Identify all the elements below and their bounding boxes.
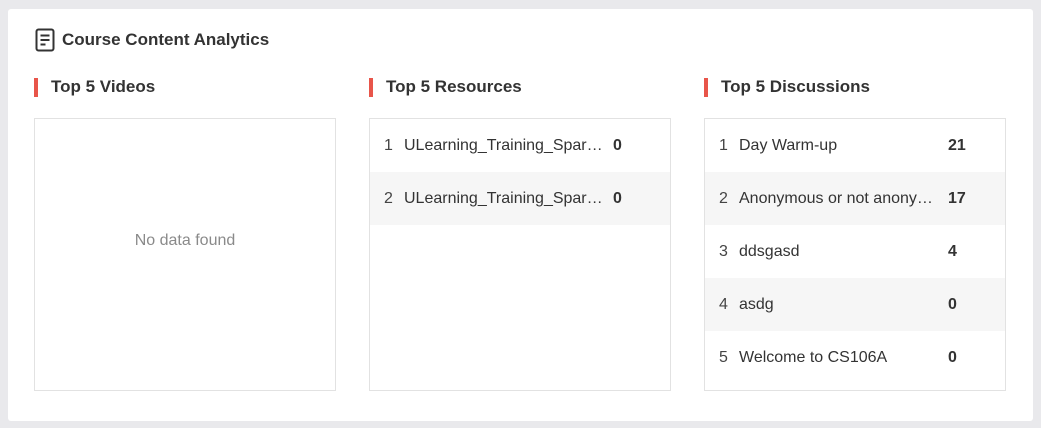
discussion-name[interactable]: ddsgasd — [739, 243, 939, 261]
list-item[interactable]: 3 ddsgasd 4 — [705, 225, 1005, 278]
reply-count: 4 — [948, 242, 957, 260]
course-content-analytics-card: Course Content Analytics Top 5 Videos No… — [8, 9, 1033, 421]
list-item[interactable]: 2 Anonymous or not anonymous 17 — [705, 172, 1005, 225]
rank: 1 — [384, 136, 393, 154]
resource-name[interactable]: ULearning_Training_Sparrow — [404, 137, 604, 155]
accent-bar — [34, 77, 38, 97]
videos-list: No data found — [34, 118, 336, 391]
discussion-name[interactable]: Anonymous or not anonymous — [739, 190, 939, 208]
videos-title: Top 5 Videos — [51, 77, 156, 96]
reply-count: 0 — [948, 295, 957, 313]
list-item[interactable]: 1 Day Warm-up 21 — [705, 119, 1005, 172]
view-count: 0 — [613, 136, 622, 154]
rank: 4 — [719, 295, 728, 313]
accent-bar — [369, 77, 373, 97]
list-item[interactable]: 5 Welcome to CS106A 0 — [705, 331, 1005, 384]
discussions-section-title: Top 5 Discussions — [704, 76, 1006, 98]
resources-section-title: Top 5 Resources — [369, 76, 671, 98]
list-item[interactable]: 4 asdg 0 — [705, 278, 1005, 331]
list-item[interactable]: 2 ULearning_Training_Sparrow 0 — [370, 172, 670, 225]
videos-section: Top 5 Videos No data found — [34, 76, 336, 391]
resource-name[interactable]: ULearning_Training_Sparrow — [404, 190, 604, 208]
reply-count: 21 — [948, 136, 966, 154]
discussions-title: Top 5 Discussions — [721, 77, 870, 96]
discussion-name[interactable]: Day Warm-up — [739, 137, 939, 155]
reply-count: 17 — [948, 189, 966, 207]
rank: 2 — [719, 189, 728, 207]
resources-section: Top 5 Resources 1 ULearning_Training_Spa… — [369, 76, 671, 391]
card-header: Course Content Analytics — [35, 27, 269, 53]
resources-title: Top 5 Resources — [386, 77, 522, 96]
page-title: Course Content Analytics — [62, 30, 270, 49]
empty-state-text: No data found — [134, 232, 236, 249]
rank: 2 — [384, 189, 393, 207]
accent-bar — [704, 77, 708, 97]
list-item[interactable]: 1 ULearning_Training_Sparrow 0 — [370, 119, 670, 172]
discussion-name[interactable]: asdg — [739, 296, 939, 314]
resources-list: 1 ULearning_Training_Sparrow 0 2 ULearni… — [369, 118, 671, 391]
discussion-name[interactable]: Welcome to CS106A — [739, 349, 939, 367]
document-icon — [35, 28, 55, 52]
rank: 1 — [719, 136, 728, 154]
discussions-section: Top 5 Discussions 1 Day Warm-up 21 2 Ano… — [704, 76, 1006, 391]
rank: 5 — [719, 348, 728, 366]
rank: 3 — [719, 242, 728, 260]
view-count: 0 — [613, 189, 622, 207]
discussions-list: 1 Day Warm-up 21 2 Anonymous or not anon… — [704, 118, 1006, 391]
reply-count: 0 — [948, 348, 957, 366]
videos-section-title: Top 5 Videos — [34, 76, 336, 98]
